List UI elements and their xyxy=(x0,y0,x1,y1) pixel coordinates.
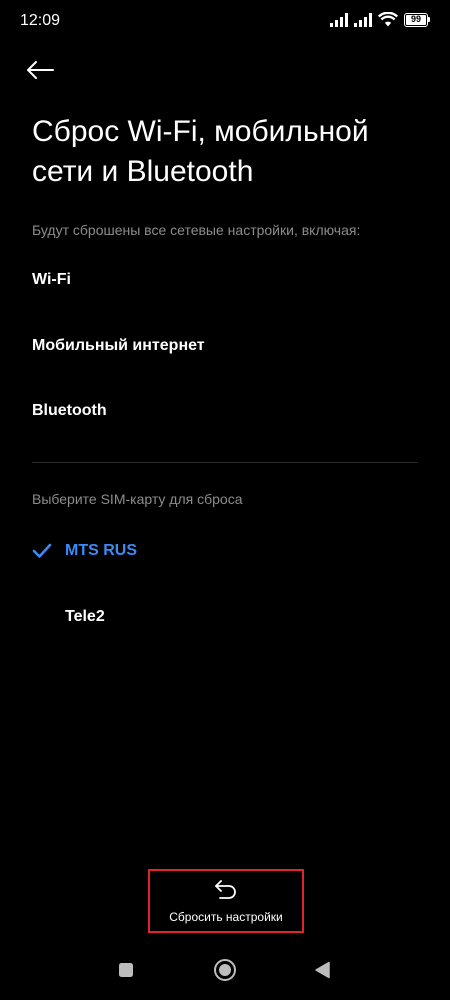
navigation-bar xyxy=(0,948,450,996)
back-triangle-icon xyxy=(314,961,332,984)
reset-item-wifi: Wi-Fi xyxy=(32,271,71,288)
nav-back-button[interactable] xyxy=(309,958,337,986)
checkmark-icon xyxy=(32,541,54,561)
page-title: Сброс Wi-Fi, мобильной сети и Bluetooth xyxy=(32,115,369,188)
sim-option-tele2[interactable]: Tele2 xyxy=(32,597,418,637)
recents-square-icon xyxy=(118,962,134,983)
reset-item-bluetooth: Bluetooth xyxy=(32,402,107,419)
status-time: 12:09 xyxy=(20,12,61,29)
status-bar: 12:09 99 xyxy=(0,0,450,44)
recents-button[interactable] xyxy=(112,958,140,986)
battery-icon: 99 xyxy=(404,12,430,27)
reset-settings-button[interactable]: Сбросить настройки xyxy=(148,869,304,933)
battery-level: 99 xyxy=(410,14,421,24)
reset-settings-label: Сбросить настройки xyxy=(169,909,283,924)
status-icons: 99 xyxy=(330,12,430,27)
reset-item-mobile-data: Мобильный интернет xyxy=(32,337,205,354)
signal-icon xyxy=(354,12,372,27)
home-circle-icon xyxy=(213,958,237,987)
undo-icon xyxy=(214,879,238,904)
sim-option-label: Tele2 xyxy=(65,608,105,625)
back-arrow-icon xyxy=(26,60,54,85)
wifi-icon xyxy=(378,12,398,27)
sim-selection-caption: Выберите SIM-карту для сброса xyxy=(32,491,243,507)
reset-info-caption: Будут сброшены все сетевые настройки, вк… xyxy=(32,222,361,238)
sim-option-mts[interactable]: MTS RUS xyxy=(32,531,418,571)
sim-option-label: MTS RUS xyxy=(65,542,137,559)
divider xyxy=(32,462,418,463)
battery-body: 99 xyxy=(404,12,428,27)
signal-icon xyxy=(330,12,348,27)
home-button[interactable] xyxy=(211,958,239,986)
back-button[interactable] xyxy=(26,54,66,90)
